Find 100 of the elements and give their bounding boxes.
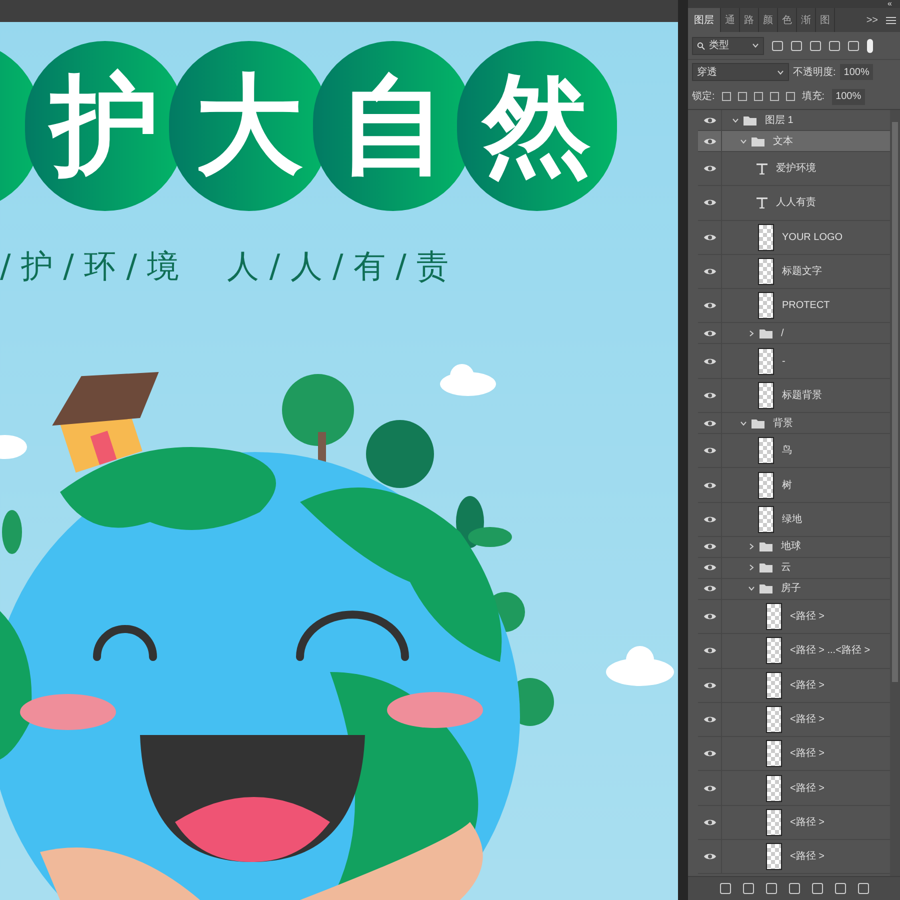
eye-icon[interactable] (702, 784, 716, 793)
layer-thumbnail (766, 672, 782, 699)
fill-field[interactable]: 100% (832, 88, 866, 104)
panel-tab[interactable]: 渐 (797, 8, 816, 32)
filter-value: 类型 (709, 38, 729, 53)
eye-icon[interactable] (702, 232, 716, 242)
blend-mode-dropdown[interactable]: 穿透 (692, 63, 789, 81)
layer-row[interactable]: 爱护环境 (698, 152, 890, 186)
opacity-field[interactable]: 100% (840, 64, 874, 80)
search-icon (697, 42, 705, 50)
subtitle-text: / 护 / 环 / 境 (0, 250, 180, 282)
scrollbar[interactable] (890, 110, 900, 876)
eye-icon[interactable] (702, 390, 716, 400)
layer-row[interactable]: 绿地 (698, 502, 890, 537)
panel-tab[interactable]: 图层 (688, 8, 721, 32)
layer-row[interactable]: <路径 > (698, 600, 890, 634)
layer-thumbnail (758, 506, 774, 533)
layer-row[interactable]: <路径 > (698, 840, 890, 874)
chevron-down-icon[interactable] (740, 420, 747, 427)
eye-icon[interactable] (702, 328, 716, 338)
eye-icon[interactable] (702, 715, 716, 724)
layer-name: <路径 > (790, 610, 824, 624)
eye-icon[interactable] (702, 749, 716, 758)
panel-tab[interactable]: 图 (816, 8, 835, 32)
chevron-down-icon[interactable] (732, 116, 739, 124)
eye-icon[interactable] (702, 301, 716, 310)
layer-row[interactable]: 云 (698, 558, 890, 579)
layer-row[interactable]: 地球 (698, 536, 890, 558)
layer-thumbnail (766, 740, 782, 768)
eye-icon[interactable] (702, 514, 716, 524)
layer-row[interactable]: 标题背景 (698, 378, 890, 414)
chevron-right-icon[interactable] (748, 564, 755, 572)
eye-icon[interactable] (702, 852, 716, 862)
fill-label: 填充: (802, 90, 825, 104)
layer-name: <路径 > (790, 678, 824, 693)
eye-icon[interactable] (702, 164, 716, 174)
layer-row[interactable]: / (698, 323, 890, 344)
eye-icon[interactable] (702, 563, 716, 572)
layer-row[interactable]: 人人有责 (698, 186, 890, 221)
layer-row[interactable]: <路径 > ...<路径 > (698, 634, 890, 669)
eye-icon[interactable] (702, 480, 716, 490)
layer-row[interactable]: 房子 (698, 578, 890, 600)
layer-thumbnail (758, 348, 774, 375)
layer-name: 云 (781, 561, 791, 576)
layer-name: <路径 > (790, 747, 824, 762)
text-layer-icon (756, 162, 768, 175)
folder-icon (759, 328, 773, 339)
chevron-down-icon[interactable] (748, 585, 755, 592)
eye-icon[interactable] (702, 136, 716, 146)
eye-icon[interactable] (702, 818, 716, 827)
layer-name: 爱护环境 (776, 162, 816, 176)
layer-row[interactable]: 文本 (698, 131, 890, 152)
layer-row[interactable]: 树 (698, 468, 890, 503)
layer-name: YOUR LOGO (782, 230, 843, 245)
layer-row[interactable]: - (698, 344, 890, 379)
eye-icon[interactable] (702, 356, 716, 366)
eye-icon[interactable] (702, 267, 716, 276)
layer-row[interactable]: <路径 > (698, 737, 890, 772)
layer-thumbnail (766, 774, 782, 802)
layer-row[interactable]: <路径 > (698, 806, 890, 840)
subtitle-text: 人 / 人 / 有 / 责 (227, 250, 449, 282)
chevron-right-icon[interactable] (748, 330, 755, 337)
layer-row[interactable]: <路径 > (698, 668, 890, 703)
opacity-label: 不透明度: (793, 66, 836, 80)
layer-row[interactable]: <路径 > (698, 702, 890, 738)
eye-icon[interactable] (702, 418, 716, 428)
chevron-down-icon[interactable] (740, 138, 747, 144)
lock-label: 锁定: (692, 90, 715, 104)
layer-row[interactable]: 鸟 (698, 434, 890, 468)
eye-icon[interactable] (702, 198, 716, 208)
filter-dropdown[interactable]: 类型 (692, 36, 764, 54)
eye-icon[interactable] (702, 542, 716, 552)
chevron-right-icon[interactable] (748, 543, 755, 550)
eye-icon[interactable] (702, 646, 716, 656)
layer-row[interactable]: 图层 1 (698, 110, 890, 131)
more-tabs-button[interactable]: >> (862, 8, 882, 32)
eye-icon[interactable] (702, 446, 716, 456)
panel-tab[interactable]: 色 (778, 8, 797, 32)
layer-thumbnail (758, 224, 774, 251)
panel-tab[interactable]: 路 (740, 8, 759, 32)
layer-name: <路径 > (790, 850, 824, 864)
title-character: 自 (339, 72, 447, 180)
eye-icon[interactable] (702, 612, 716, 622)
layer-name: 鸟 (782, 444, 792, 458)
layer-row[interactable]: <路径 > (698, 771, 890, 806)
layer-name: <路径 > (790, 713, 824, 727)
eye-icon[interactable] (702, 584, 716, 594)
layer-thumbnail (766, 843, 782, 870)
panel-tab[interactable]: 颜 (759, 8, 778, 32)
collapse-panel-button[interactable]: « (888, 0, 892, 8)
eye-icon[interactable] (702, 680, 716, 690)
eye-icon[interactable] (702, 116, 716, 124)
layer-name: 地球 (781, 540, 801, 554)
layer-row[interactable]: PROTECT (698, 289, 890, 324)
filter-toggle[interactable] (867, 38, 873, 52)
panel-tab[interactable]: 通 (721, 8, 740, 32)
layer-row[interactable]: YOUR LOGO (698, 220, 890, 255)
layer-name: 标题背景 (782, 388, 822, 403)
layer-row[interactable]: 标题文字 (698, 254, 890, 290)
layer-row[interactable]: 背景 (698, 413, 890, 434)
